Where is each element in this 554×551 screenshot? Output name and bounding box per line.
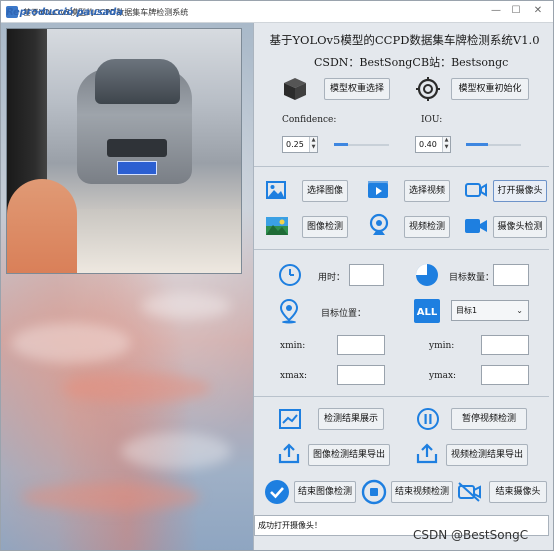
pie-chart-icon bbox=[414, 262, 440, 292]
spin-arrows-icon[interactable]: ▲ ▼ bbox=[442, 137, 450, 152]
clock-icon bbox=[278, 263, 302, 291]
xmin-field bbox=[337, 335, 385, 355]
camera-outline-icon bbox=[464, 179, 488, 205]
end-image-button[interactable]: 结束图像检测 bbox=[294, 481, 356, 503]
finger bbox=[7, 179, 77, 273]
confidence-spinbox[interactable]: 0.25 ▲ ▼ bbox=[282, 136, 318, 153]
target-icon bbox=[415, 76, 441, 106]
confidence-slider-fill bbox=[334, 143, 348, 146]
end-camera-button[interactable]: 结束摄像头 bbox=[489, 481, 547, 503]
title-bar: 基于YOLOv5模型的CCPD数据集车牌检测系统 Reproducció pau… bbox=[1, 1, 553, 23]
time-field bbox=[349, 264, 384, 286]
count-field bbox=[493, 264, 529, 286]
app-title: 基于YOLOv5模型的CCPD数据集车牌检测系统V1.0 bbox=[269, 33, 540, 47]
ymax-label: ymax: bbox=[429, 371, 457, 381]
close-button[interactable]: ✕ bbox=[529, 4, 547, 18]
video-detect-button[interactable]: 视频检测 bbox=[404, 216, 450, 238]
end-video-button[interactable]: 结束视频检测 bbox=[391, 481, 453, 503]
time-label: 用时： bbox=[318, 273, 346, 283]
video-frame bbox=[6, 28, 242, 274]
ymax-field bbox=[481, 365, 529, 385]
select-image-button[interactable]: 选择图像 bbox=[302, 180, 348, 202]
all-icon: ALL bbox=[414, 299, 440, 327]
iou-label: IOU: bbox=[421, 115, 443, 125]
pause-icon bbox=[416, 407, 440, 435]
svg-text:ALL: ALL bbox=[417, 307, 438, 318]
pause-video-button[interactable]: 暂停视频检测 bbox=[451, 408, 527, 430]
upload-icon bbox=[415, 442, 439, 468]
ymin-label: ymin: bbox=[429, 341, 455, 351]
app-window: 基于YOLOv5模型的CCPD数据集车牌检测系统 Reproducció pau… bbox=[0, 0, 554, 551]
init-weights-button[interactable]: 模型权重初始化 bbox=[451, 78, 529, 100]
show-results-button[interactable]: 检测结果展示 bbox=[318, 408, 384, 430]
paused-overlay-label: Reproducció pausada bbox=[6, 7, 123, 18]
open-camera-button[interactable]: 打开摄像头 bbox=[493, 180, 547, 202]
image-detect-icon bbox=[265, 215, 289, 241]
image-icon bbox=[265, 179, 287, 205]
image-detect-button[interactable]: 图像检测 bbox=[302, 216, 348, 238]
target-select[interactable]: 目标1 ⌄ bbox=[451, 300, 529, 321]
csdn-label: CSDN：BestSongC bbox=[314, 56, 421, 69]
select-weights-button[interactable]: 模型权重选择 bbox=[324, 78, 390, 100]
minimize-button[interactable]: — bbox=[487, 4, 505, 18]
confidence-label: Confidence: bbox=[282, 115, 337, 125]
camera-detect-button[interactable]: 摄像头检测 bbox=[493, 216, 547, 238]
webcam-icon bbox=[367, 213, 391, 243]
xmax-label: xmax: bbox=[280, 371, 308, 381]
upload-icon bbox=[277, 442, 301, 468]
ymin-field bbox=[481, 335, 529, 355]
location-pin-icon bbox=[278, 298, 300, 328]
spin-arrows-icon[interactable]: ▲ ▼ bbox=[309, 137, 317, 152]
car-windshield bbox=[95, 59, 180, 104]
watermark: CSDN @BestSongC bbox=[413, 528, 529, 542]
bilibili-label: B站：Bestsongc bbox=[421, 56, 509, 69]
video-file-icon bbox=[367, 179, 389, 205]
cube-icon bbox=[282, 76, 308, 106]
export-video-button[interactable]: 视频检测结果导出 bbox=[446, 444, 528, 466]
iou-value: 0.40 bbox=[419, 140, 437, 149]
select-video-button[interactable]: 选择视频 bbox=[404, 180, 450, 202]
iou-slider-fill bbox=[466, 143, 488, 146]
xmax-field bbox=[337, 365, 385, 385]
confidence-value: 0.25 bbox=[286, 140, 304, 149]
maximize-button[interactable]: ☐ bbox=[507, 4, 525, 18]
check-circle-icon bbox=[264, 479, 290, 509]
xmin-label: xmin: bbox=[280, 341, 306, 351]
stop-circle-icon bbox=[361, 479, 387, 509]
camera-filled-icon bbox=[464, 216, 488, 240]
iou-spinbox[interactable]: 0.40 ▲ ▼ bbox=[415, 136, 451, 153]
line-chart-icon bbox=[279, 409, 301, 433]
status-message: 成功打开摄像头！ bbox=[258, 521, 322, 530]
chevron-down-icon: ⌄ bbox=[516, 306, 523, 315]
count-label: 目标数量： bbox=[449, 273, 495, 283]
export-image-button[interactable]: 图像检测结果导出 bbox=[308, 444, 390, 466]
car-grille bbox=[107, 139, 167, 157]
camera-off-icon bbox=[457, 481, 483, 507]
license-plate bbox=[117, 161, 157, 175]
position-label: 目标位置： bbox=[321, 309, 367, 319]
